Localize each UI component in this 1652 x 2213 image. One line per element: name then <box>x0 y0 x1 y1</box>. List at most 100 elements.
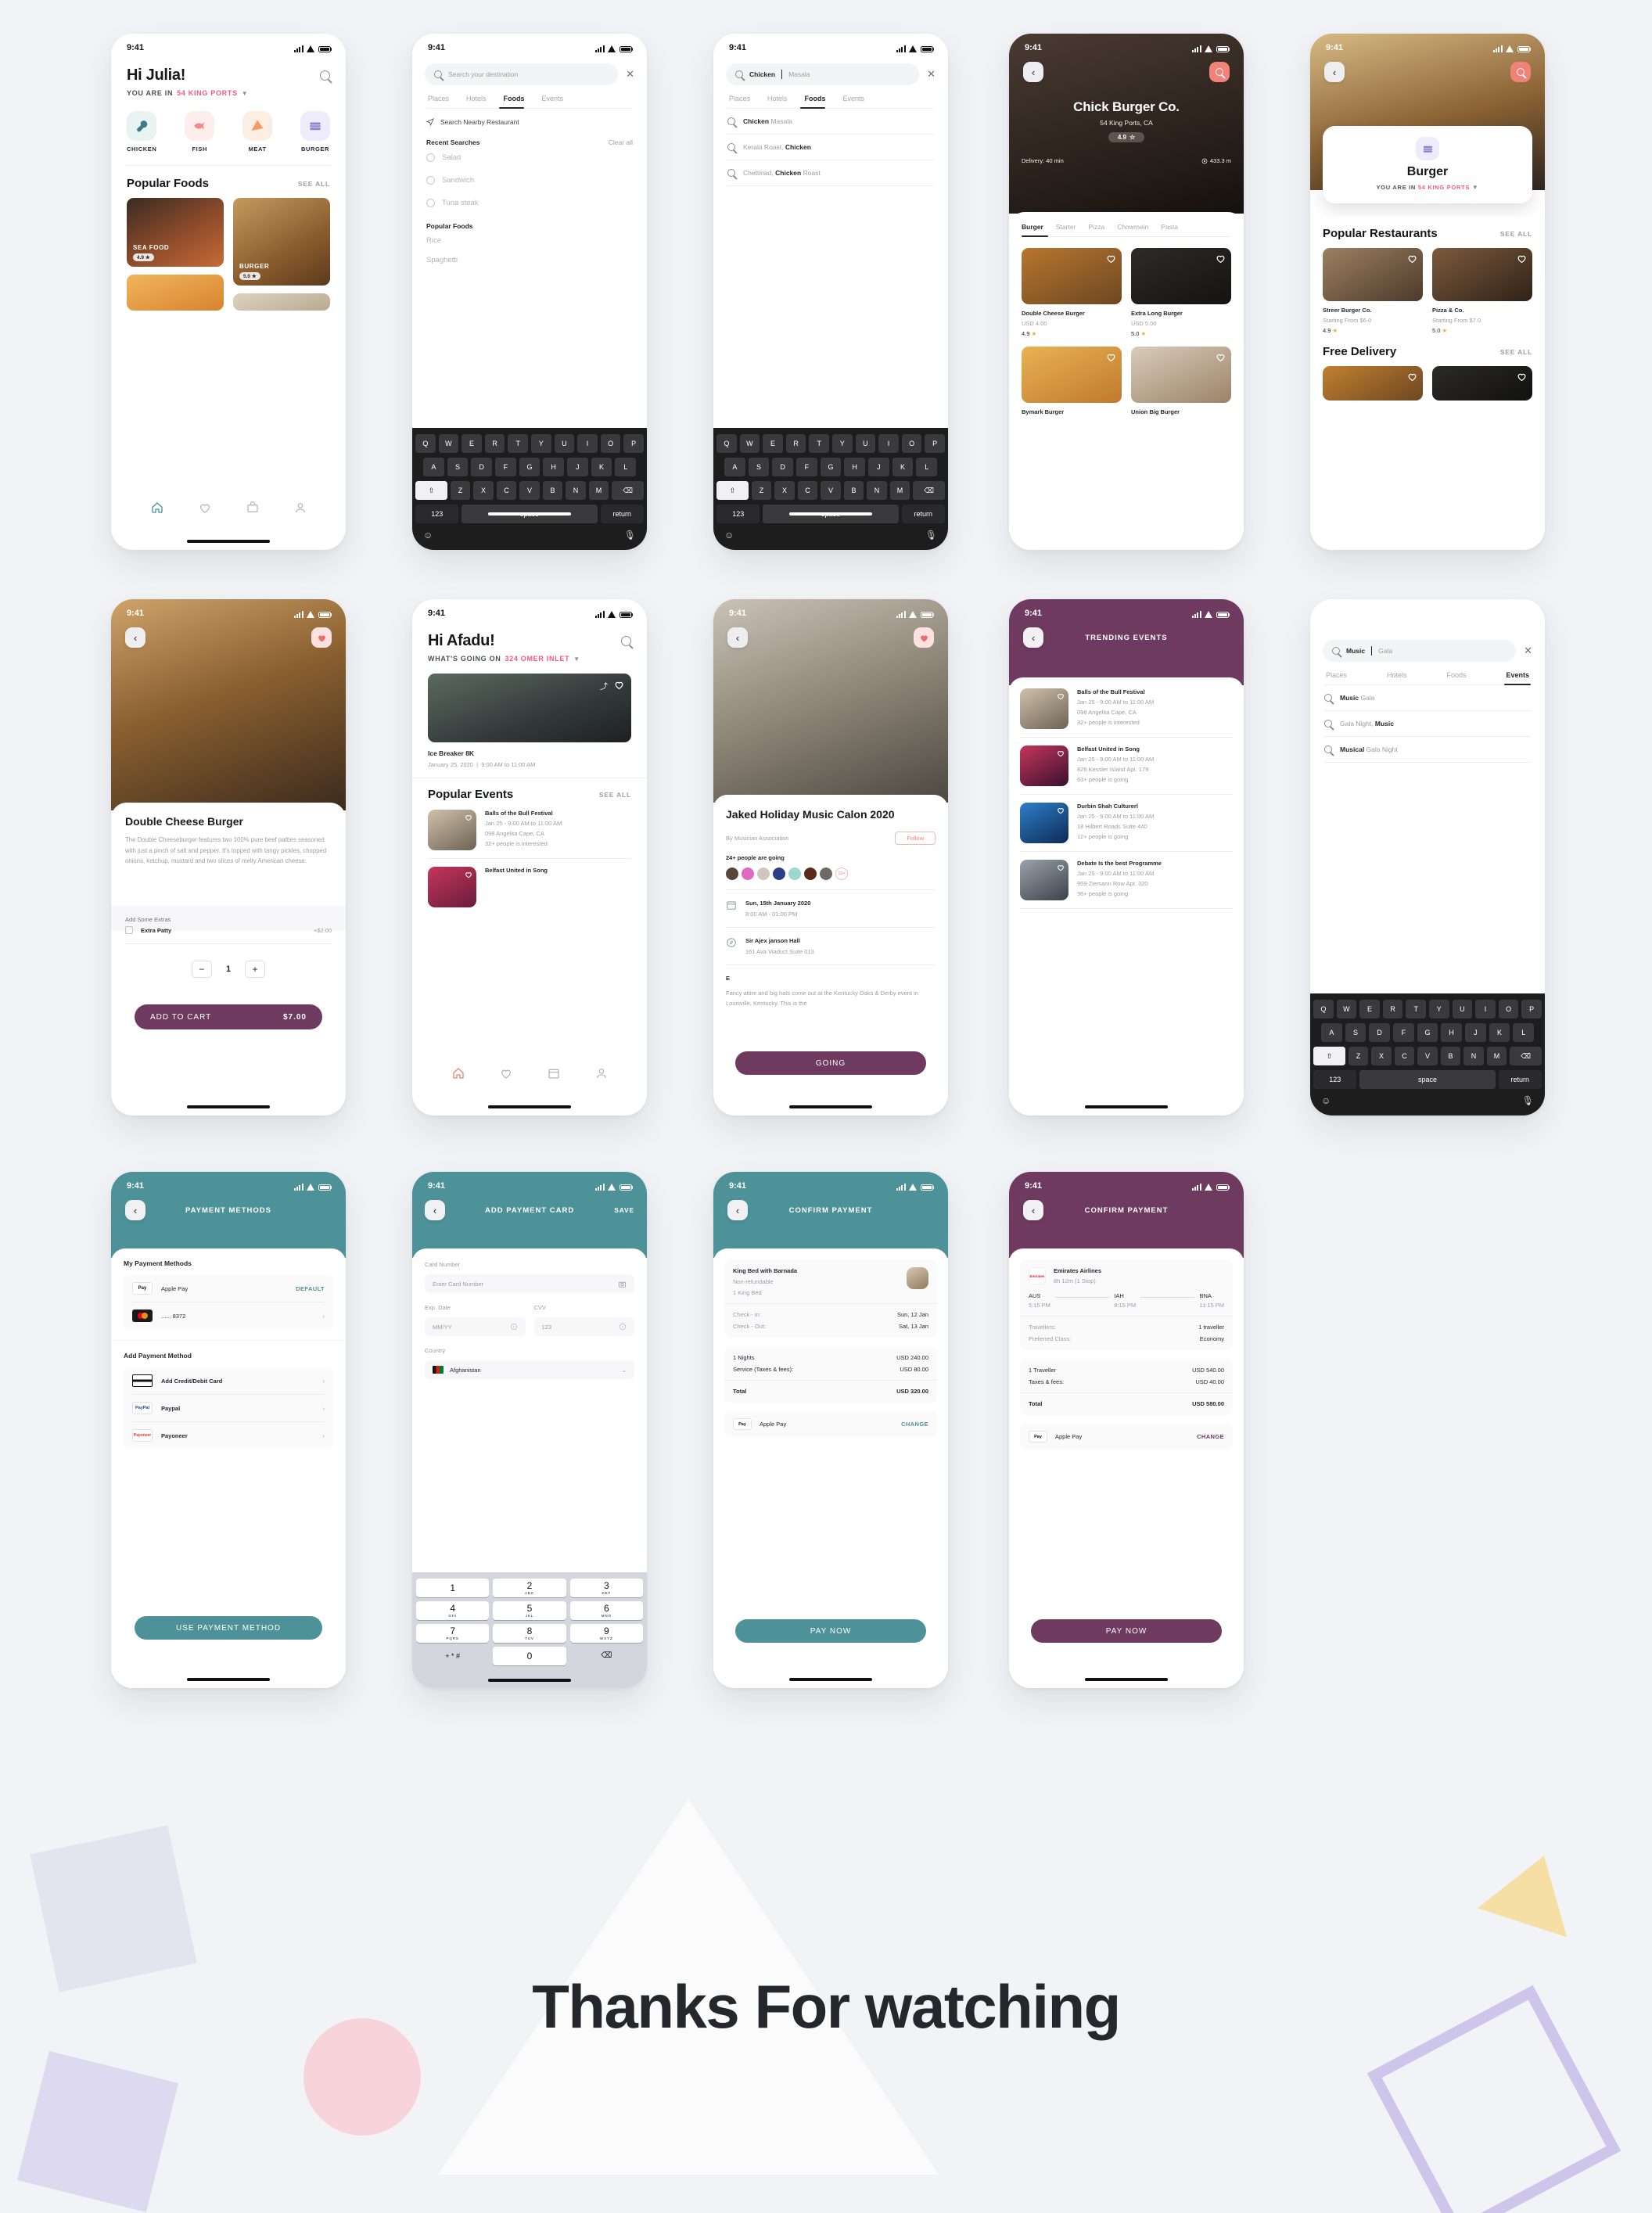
key[interactable]: U <box>554 434 575 453</box>
key[interactable]: T <box>809 434 829 453</box>
key[interactable]: J <box>1465 1023 1486 1042</box>
back-button[interactable]: ‹ <box>425 1200 445 1220</box>
add-to-cart-button[interactable]: ADD TO CART $7.00 <box>135 1004 322 1029</box>
search-input[interactable]: Music Gala <box>1323 640 1517 662</box>
location-row[interactable]: WHAT'S GOING ON 324 OMER INLET ▼ <box>428 655 631 663</box>
key[interactable]: M <box>889 481 910 500</box>
key[interactable]: E <box>1359 1000 1380 1018</box>
numbers-key[interactable]: 123 <box>415 505 459 523</box>
key[interactable]: K <box>591 458 612 476</box>
key[interactable]: J <box>868 458 889 476</box>
selected-payment-row[interactable]: Pay Apple Pay CHANGE <box>1020 1424 1233 1450</box>
key[interactable]: V <box>519 481 540 500</box>
recent-item[interactable]: Tuna steak <box>426 192 633 214</box>
delivery-card[interactable] <box>1432 366 1532 401</box>
key[interactable]: X <box>473 481 494 500</box>
exp-date-input[interactable]: MM/YY <box>425 1317 526 1336</box>
key[interactable]: Z <box>751 481 772 500</box>
popular-item[interactable]: Spaghetti <box>426 251 633 269</box>
heart-icon[interactable] <box>614 680 624 690</box>
search-result-row[interactable]: Chicken Masala <box>727 109 934 134</box>
numpad-key[interactable]: 7 PQRS <box>416 1624 490 1643</box>
search-button[interactable] <box>1510 62 1531 82</box>
menu-item[interactable]: Double Cheese Burger USD 4.00 4.9 ★ <box>1022 248 1122 337</box>
return-key[interactable]: return <box>1498 1070 1542 1089</box>
tab-foods[interactable]: Foods <box>504 95 525 102</box>
backspace-icon[interactable]: ⌫ <box>1510 1047 1542 1065</box>
key[interactable]: M <box>1486 1047 1507 1065</box>
key[interactable]: O <box>600 434 621 453</box>
key[interactable]: L <box>1513 1023 1535 1042</box>
mic-icon[interactable]: 🎙 <box>1522 1095 1534 1106</box>
category-burger[interactable]: BURGER <box>300 111 330 153</box>
key[interactable]: U <box>855 434 876 453</box>
shift-icon[interactable]: ⇧ <box>1313 1047 1345 1065</box>
key[interactable]: P <box>925 434 945 453</box>
food-card[interactable]: SEA FOOD 4.9 ★ <box>127 198 224 311</box>
heart-icon[interactable] <box>1517 372 1527 382</box>
key[interactable]: E <box>763 434 783 453</box>
key[interactable]: A <box>422 458 444 476</box>
key[interactable]: S <box>1345 1023 1366 1042</box>
search-result-row[interactable]: Chettinad, Chicken Roast <box>727 160 934 185</box>
tab-hotels[interactable]: Hotels <box>466 95 487 102</box>
key[interactable]: Y <box>531 434 551 453</box>
return-key[interactable]: return <box>600 505 645 523</box>
event-list-item[interactable]: Balls of the Bull Festival Jan 25 - 9:00… <box>1020 688 1233 729</box>
recent-item[interactable]: Sandwich <box>426 169 633 192</box>
key[interactable]: P <box>623 434 644 453</box>
category-meat[interactable]: MEAT <box>242 111 273 153</box>
heart-icon[interactable] <box>465 871 472 878</box>
tab-pasta[interactable]: Pasta <box>1161 223 1178 231</box>
numpad-key[interactable]: 4 GHI <box>416 1601 490 1620</box>
numpad-key[interactable]: 5 JKL <box>493 1601 566 1620</box>
numbers-key[interactable]: 123 <box>1313 1070 1357 1089</box>
heart-icon[interactable] <box>1106 352 1116 362</box>
location-row[interactable]: YOU ARE IN 54 KING PORTS ▼ <box>1323 184 1532 191</box>
key[interactable]: C <box>1394 1047 1415 1065</box>
key[interactable]: H <box>543 458 565 476</box>
key[interactable]: X <box>1371 1047 1392 1065</box>
key[interactable]: S <box>447 458 469 476</box>
numpad-key[interactable]: 2 ABC <box>493 1579 566 1597</box>
key[interactable]: N <box>566 481 586 500</box>
increment-button[interactable]: + <box>245 961 266 978</box>
key[interactable]: V <box>821 481 841 500</box>
search-result-row[interactable]: Musical Gala Night <box>1324 737 1531 762</box>
search-icon[interactable] <box>621 636 631 646</box>
key[interactable]: Q <box>716 434 737 453</box>
heart-icon[interactable] <box>1106 253 1116 264</box>
event-list-item[interactable]: Belfast United in Song <box>428 867 631 907</box>
key[interactable]: O <box>1498 1000 1519 1018</box>
key[interactable]: P <box>1521 1000 1542 1018</box>
numbers-key[interactable]: 123 <box>716 505 760 523</box>
pay-now-button[interactable]: PAY NOW <box>735 1619 926 1643</box>
tab-burger[interactable]: Burger <box>1022 223 1043 231</box>
delivery-card[interactable] <box>1323 366 1423 401</box>
event-list-item[interactable]: Balls of the Bull Festival Jan 25 - 9:00… <box>428 810 631 850</box>
key[interactable]: N <box>1463 1047 1484 1065</box>
event-list-item[interactable]: Durbin Shah Culturerl Jan 25 - 9:00 AM t… <box>1020 803 1233 843</box>
key[interactable]: Y <box>832 434 853 453</box>
key[interactable]: B <box>843 481 864 500</box>
key[interactable]: D <box>772 458 793 476</box>
key[interactable]: M <box>588 481 609 500</box>
heart-icon[interactable] <box>465 814 472 821</box>
key[interactable]: X <box>774 481 795 500</box>
back-button[interactable]: ‹ <box>727 627 748 648</box>
numpad-backspace-key[interactable]: ⌫ <box>570 1647 643 1665</box>
key[interactable]: N <box>867 481 887 500</box>
bag-icon[interactable] <box>246 501 259 514</box>
key[interactable]: F <box>495 458 516 476</box>
heart-icon[interactable] <box>1517 253 1527 264</box>
event-list-item[interactable]: Debate Is the best Programme Jan 25 - 9:… <box>1020 860 1233 900</box>
user-icon[interactable] <box>294 501 307 514</box>
key[interactable]: J <box>567 458 588 476</box>
key[interactable]: H <box>844 458 866 476</box>
restaurant-card[interactable]: Streer Burger Co. Starting From $6.0 4.9… <box>1323 248 1423 334</box>
backspace-icon[interactable]: ⌫ <box>612 481 644 500</box>
restaurant-card[interactable]: Pizza & Co. Starting From $7.0 5.0 ★ <box>1432 248 1532 334</box>
follow-button[interactable]: Follow <box>895 831 936 845</box>
key[interactable]: E <box>461 434 482 453</box>
decrement-button[interactable]: − <box>191 961 212 978</box>
